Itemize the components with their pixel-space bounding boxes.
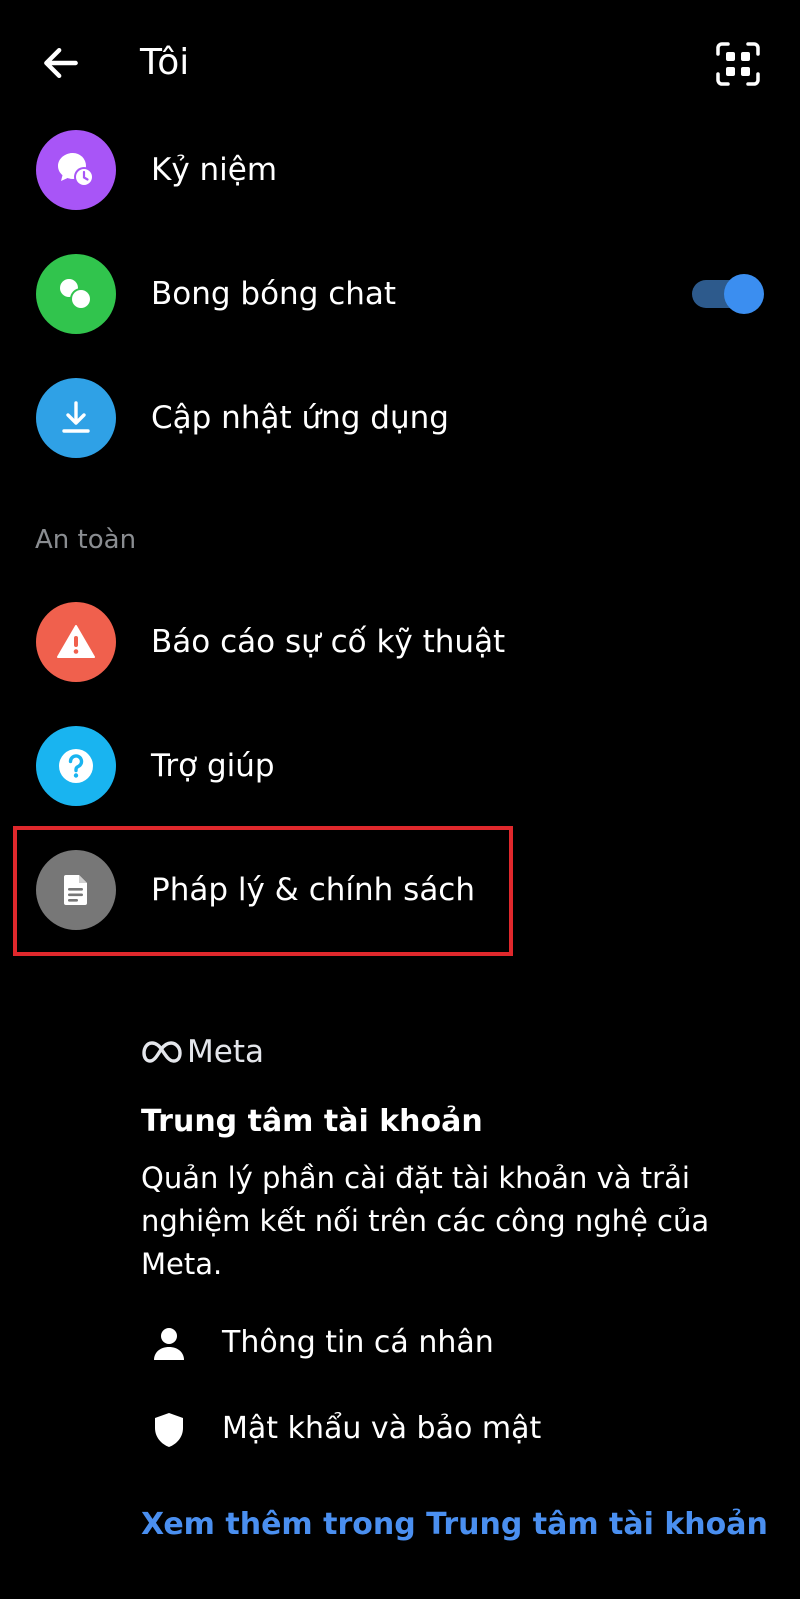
accounts-item-password-security[interactable]: Mật khẩu và bảo mật — [0, 1390, 800, 1470]
meta-logo: Meta — [141, 1032, 264, 1072]
person-icon — [148, 1322, 190, 1366]
menu-row-label: Báo cáo sự cố kỹ thuật — [151, 624, 506, 660]
download-icon — [62, 401, 90, 433]
qr-code-icon — [716, 42, 760, 86]
accounts-item-label: Thông tin cá nhân — [222, 1325, 494, 1360]
menu-row-app-update[interactable]: Cập nhật ứng dụng — [0, 356, 800, 480]
document-icon-circle — [36, 850, 116, 930]
memories-icon-circle — [36, 130, 116, 210]
toggle-knob — [724, 274, 764, 314]
menu-row-label: Trợ giúp — [151, 748, 275, 784]
section-label-safety: An toàn — [35, 525, 137, 555]
chat-bubbles-toggle[interactable] — [692, 274, 764, 314]
chat-bubbles-icon-circle — [36, 254, 116, 334]
see-more-accounts-center-link[interactable]: Xem thêm trong Trung tâm tài khoản — [141, 1502, 768, 1548]
menu-row-legal-policies[interactable]: Pháp lý & chính sách — [0, 828, 800, 952]
accounts-item-label: Mật khẩu và bảo mật — [222, 1411, 542, 1446]
page-title: Tôi — [140, 42, 190, 83]
shield-icon — [148, 1408, 190, 1452]
warning-icon-circle — [36, 602, 116, 682]
menu-row-report-problem[interactable]: Báo cáo sự cố kỹ thuật — [0, 580, 800, 704]
app-header: Tôi — [0, 0, 800, 125]
menu-row-label: Cập nhật ứng dụng — [151, 400, 449, 436]
accounts-center-title: Trung tâm tài khoản — [141, 1104, 483, 1139]
menu-row-memories[interactable]: Kỷ niệm — [0, 108, 800, 232]
chat-bubbles-icon — [60, 279, 92, 310]
help-icon-circle — [36, 726, 116, 806]
warning-icon — [57, 625, 95, 658]
arrow-left-icon — [44, 47, 78, 79]
download-icon-circle — [36, 378, 116, 458]
menu-row-help[interactable]: Trợ giúp — [0, 704, 800, 828]
menu-row-chat-bubbles[interactable]: Bong bóng chat — [0, 232, 800, 356]
qr-code-button[interactable] — [712, 38, 764, 90]
help-icon — [59, 749, 93, 783]
menu-row-label: Bong bóng chat — [151, 276, 397, 312]
meta-wordmark: Meta — [187, 1034, 264, 1070]
menu-row-label: Pháp lý & chính sách — [151, 872, 476, 908]
back-button[interactable] — [36, 38, 86, 88]
meta-infinity-icon — [142, 1041, 182, 1063]
document-icon — [64, 875, 87, 905]
accounts-center-description: Quản lý phần cài đặt tài khoản và trải n… — [141, 1161, 710, 1281]
memories-clock-icon — [58, 153, 94, 187]
accounts-item-personal-info[interactable]: Thông tin cá nhân — [0, 1304, 800, 1384]
menu-row-label: Kỷ niệm — [151, 152, 278, 188]
